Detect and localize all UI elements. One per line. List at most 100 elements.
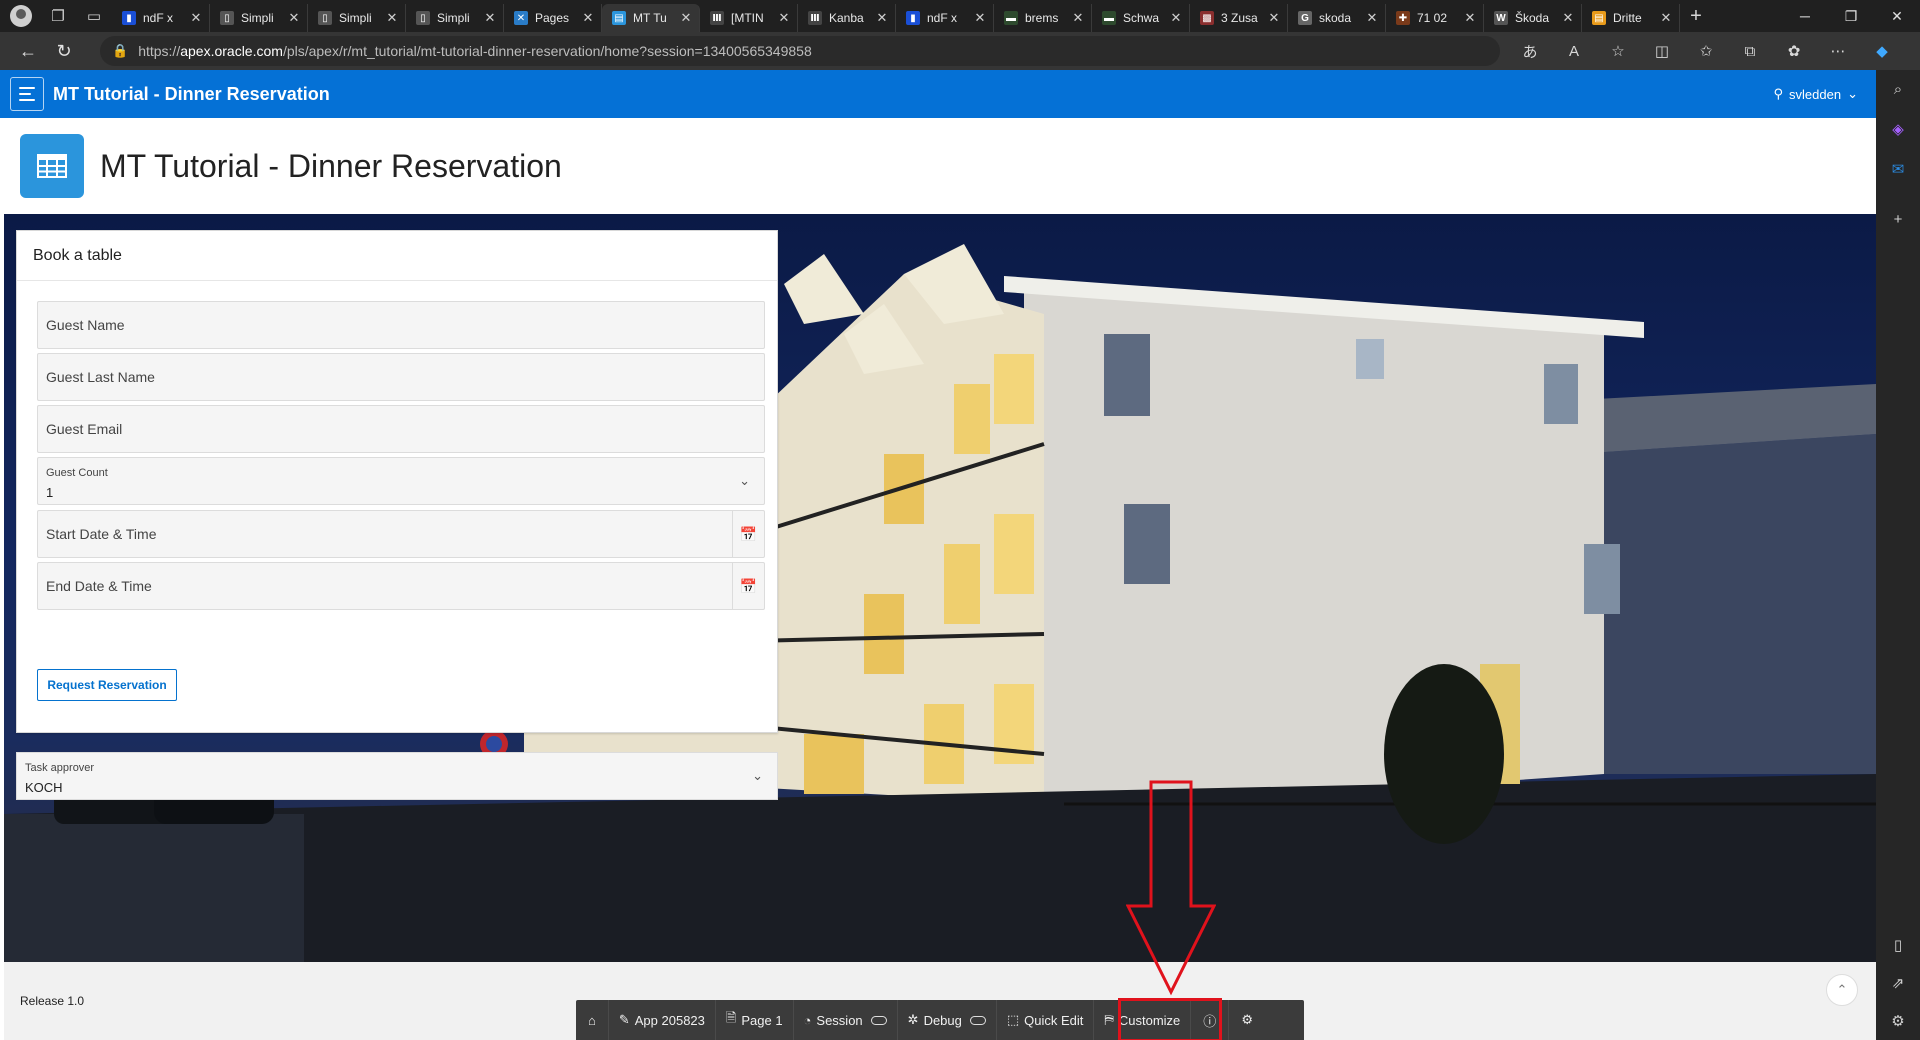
copilot-sidebar-icon[interactable]: ◈: [1876, 114, 1920, 144]
browser-tab[interactable]: ▯ Simpli ✕: [308, 4, 406, 32]
browser-tab[interactable]: ▤ Dritte ✕: [1582, 4, 1680, 32]
browser-tab[interactable]: ▮ ndF x ✕: [896, 4, 994, 32]
debug-button[interactable]: ✲ Debug: [898, 1000, 997, 1040]
close-tab-icon[interactable]: ✕: [189, 10, 203, 26]
customize-button[interactable]: ⛿ Customize: [1094, 1000, 1192, 1040]
app-button[interactable]: ✎ App 205823: [609, 1000, 716, 1040]
home-icon[interactable]: ⌂: [576, 1000, 609, 1040]
close-tab-icon[interactable]: ✕: [1561, 10, 1575, 26]
url-field[interactable]: 🔒 https://apex.oracle.com/pls/apex/r/mt_…: [100, 36, 1500, 66]
close-tab-icon[interactable]: ✕: [1071, 10, 1085, 26]
close-tab-icon[interactable]: ✕: [777, 10, 791, 26]
close-tab-icon[interactable]: ✕: [1267, 10, 1281, 26]
tab-title: brems: [1025, 11, 1059, 25]
close-tab-icon[interactable]: ✕: [679, 10, 693, 26]
browser-tab[interactable]: ▮ ndF x ✕: [112, 4, 210, 32]
tab-title: Pages: [535, 11, 570, 25]
browser-tab[interactable]: ✕ Pages ✕: [504, 4, 602, 32]
tab-title: skoda: [1319, 11, 1352, 25]
edit-icon: ✎: [618, 1012, 630, 1027]
browser-tab[interactable]: ▩ 3 Zusa ✕: [1190, 4, 1288, 32]
settings-gear-icon[interactable]: ⚙: [1229, 1000, 1265, 1040]
guest-name-field[interactable]: Guest Name: [37, 301, 765, 349]
favorites-icon[interactable]: ✩: [1684, 33, 1728, 69]
tab-favicon-icon: ▤: [1592, 11, 1606, 25]
tab-title: Schwa: [1123, 11, 1160, 25]
guest-last-name-field[interactable]: Guest Last Name: [37, 353, 765, 401]
region-title: Book a table: [17, 231, 777, 281]
guest-email-field[interactable]: Guest Email: [37, 405, 765, 453]
copilot-icon[interactable]: ◆: [1860, 33, 1904, 69]
translate-icon[interactable]: あ: [1508, 33, 1552, 69]
close-tab-icon[interactable]: ✕: [581, 10, 595, 26]
browser-tab[interactable]: Ⅲ [MTIN ✕: [700, 4, 798, 32]
search-icon[interactable]: ⌕: [1876, 74, 1920, 104]
page-title: MT Tutorial - Dinner Reservation: [100, 147, 562, 184]
debug-toggle-icon[interactable]: [969, 1015, 986, 1025]
close-tab-icon[interactable]: ✕: [287, 10, 301, 26]
tab-title: Kanba: [829, 11, 864, 25]
extensions-icon[interactable]: ✿: [1772, 33, 1816, 69]
close-window-icon[interactable]: ✕: [1874, 0, 1920, 32]
calendar-icon[interactable]: 📅: [732, 511, 764, 557]
close-tab-icon[interactable]: ✕: [385, 10, 399, 26]
workspaces-icon[interactable]: ❐: [40, 0, 76, 32]
browser-tab[interactable]: ▯ Simpli ✕: [406, 4, 504, 32]
close-tab-icon[interactable]: ✕: [1659, 10, 1673, 26]
browser-tab[interactable]: ▯ Simpli ✕: [210, 4, 308, 32]
restore-icon[interactable]: ❐: [1828, 0, 1874, 32]
browser-tab[interactable]: ✚ 71 02 ✕: [1386, 4, 1484, 32]
read-aloud-icon[interactable]: A: [1552, 33, 1596, 69]
sidebar-settings-icon[interactable]: ⚙: [1876, 1006, 1920, 1036]
minimize-icon[interactable]: ─: [1782, 0, 1828, 32]
navigation-menu-icon[interactable]: [10, 77, 44, 111]
customize-label: Customize: [1118, 1012, 1181, 1028]
task-approver-select[interactable]: Task approver KOCH ⌄: [16, 752, 778, 800]
outlook-icon[interactable]: ✉: [1876, 154, 1920, 184]
start-date-field[interactable]: Start Date & Time 📅: [37, 510, 765, 558]
session-button[interactable]: ◔ Session: [794, 1000, 898, 1040]
favorite-star-icon[interactable]: ☆: [1596, 33, 1640, 69]
quick-edit-button[interactable]: ⬚ Quick Edit: [997, 1000, 1095, 1040]
refresh-icon[interactable]: ↻: [46, 33, 82, 69]
tab-title: Škoda: [1515, 11, 1550, 25]
browser-tab[interactable]: ▬ Schwa ✕: [1092, 4, 1190, 32]
page-button[interactable]: 🗎 Page 1: [716, 1000, 794, 1040]
tab-favicon-icon: ✚: [1396, 11, 1410, 25]
browser-tab[interactable]: Gskoda ✕: [1288, 4, 1386, 32]
external-link-icon[interactable]: ⇗: [1876, 968, 1920, 998]
browser-tab[interactable]: W Škoda ✕: [1484, 4, 1582, 32]
close-tab-icon[interactable]: ✕: [875, 10, 889, 26]
close-tab-icon[interactable]: ✕: [1169, 10, 1183, 26]
profile-avatar-icon[interactable]: [10, 5, 32, 27]
guest-count-select[interactable]: Guest Count 1 ⌄: [37, 457, 765, 505]
new-tab-button[interactable]: +: [1680, 5, 1712, 28]
collections-icon[interactable]: ⧉: [1728, 33, 1772, 69]
scroll-to-top-button[interactable]: ⌃: [1826, 974, 1858, 1006]
browser-tab[interactable]: ▤ MT Tu ✕: [602, 4, 700, 32]
close-tab-icon[interactable]: ✕: [483, 10, 497, 26]
add-sidebar-icon[interactable]: +: [1876, 204, 1920, 234]
more-icon[interactable]: ⋯: [1816, 33, 1860, 69]
paint-roller-icon: ⛿: [1104, 1012, 1114, 1027]
request-reservation-button[interactable]: Request Reservation: [37, 669, 177, 701]
apex-page: MT Tutorial - Dinner Reservation ⚲ svled…: [0, 70, 1876, 1040]
end-date-field[interactable]: End Date & Time 📅: [37, 562, 765, 610]
user-menu[interactable]: ⚲ svledden ⌄: [1774, 86, 1858, 102]
sidebar-layout-icon[interactable]: ▯: [1876, 930, 1920, 960]
vertical-tabs-icon[interactable]: ▭: [76, 0, 112, 32]
app-title[interactable]: MT Tutorial - Dinner Reservation: [53, 84, 330, 105]
browser-tab[interactable]: ▬ brems ✕: [994, 4, 1092, 32]
close-tab-icon[interactable]: ✕: [1463, 10, 1477, 26]
close-tab-icon[interactable]: ✕: [1365, 10, 1379, 26]
hero-region: MT Tutorial - Dinner Reservation: [4, 118, 1876, 214]
calendar-icon[interactable]: 📅: [732, 563, 764, 609]
tab-title: ndF x: [143, 11, 174, 25]
close-tab-icon[interactable]: ✕: [973, 10, 987, 26]
info-icon[interactable]: ⓘ: [1191, 1000, 1230, 1040]
username: svledden: [1789, 86, 1842, 102]
back-icon[interactable]: ←: [10, 33, 46, 69]
split-screen-icon[interactable]: ◫: [1640, 33, 1684, 69]
browser-tab[interactable]: Ⅲ Kanba ✕: [798, 4, 896, 32]
session-toggle-icon[interactable]: [870, 1015, 887, 1025]
